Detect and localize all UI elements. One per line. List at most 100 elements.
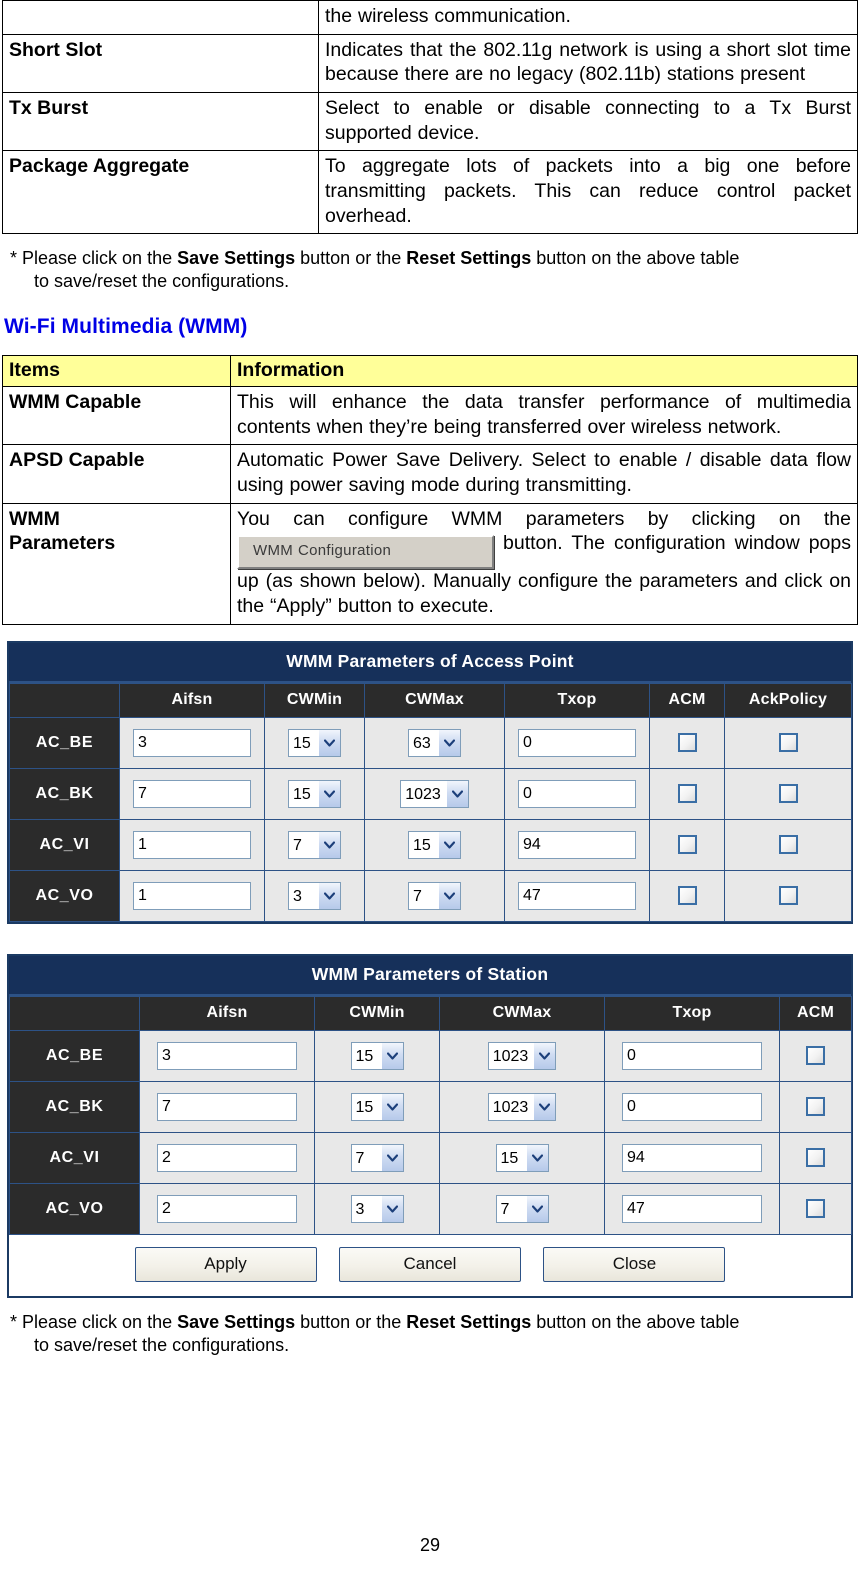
close-button[interactable]: Close [543,1246,726,1282]
row-label-ac_vi: AC_VI [9,1131,140,1184]
cwmin-select-ac_vo[interactable]: 3 [288,881,341,910]
cell-acm [649,767,725,820]
row-label-ac_bk: AC_BK [9,1080,140,1133]
row-label: Tx Burst [2,91,319,152]
cell-cwmax: 15 [364,818,505,871]
column-header-txop: Txop [604,995,780,1031]
cell-cwmax: 63 [364,716,505,769]
cwmax-select-ac_vi-value: 15 [413,836,431,854]
acm-checkbox-ac_vi[interactable] [677,835,697,855]
cell-cwmin: 15 [264,767,365,820]
chevron-down-icon[interactable] [533,1093,556,1120]
txop-input-ac_be[interactable]: 0 [622,1041,762,1070]
acm-checkbox-ac_vi[interactable] [806,1148,825,1168]
cwmin-select-ac_bk[interactable]: 15 [288,779,341,808]
cwmin-select-ac_vo[interactable]: 3 [350,1194,404,1223]
acm-checkbox-ac_be[interactable] [677,733,697,753]
ackpolicy-checkbox-ac_be[interactable] [778,733,798,753]
cwmax-select-ac_bk[interactable]: 1023 [487,1092,557,1121]
wmm-configuration-button[interactable]: WMM Configuration [237,535,494,570]
txop-input-ac_vi[interactable]: 94 [518,830,636,859]
ackpolicy-checkbox-ac_vi[interactable] [778,835,798,855]
acm-checkbox-ac_vo[interactable] [677,886,697,906]
ackpolicy-checkbox-ac_bk[interactable] [778,784,798,804]
chevron-down-icon[interactable] [380,1093,403,1120]
row-desc: Select to enable or disable connecting t… [318,91,858,152]
table-wmm-station-header-row: Aifsn CWMin CWMax Txop ACM [9,995,852,1031]
txop-input-ac_bk[interactable]: 0 [622,1092,762,1121]
aifsn-input-ac_be[interactable]: 3 [133,728,251,757]
note-bottom-prefix: * Please click on the [10,1311,178,1332]
cwmin-select-ac_bk-value: 15 [355,1098,374,1116]
cell-acm [649,716,725,769]
cwmax-select-ac_vo[interactable]: 7 [495,1194,549,1223]
cwmin-select-ac_bk[interactable]: 15 [350,1092,404,1121]
note-bottom-reset-settings: Reset Settings [406,1311,532,1332]
row-label [2,0,319,35]
acm-checkbox-ac_bk[interactable] [806,1097,825,1117]
table-row: AC_BK 7 15 1023 0 [9,767,852,820]
chevron-down-icon[interactable] [533,1042,556,1069]
aifsn-input-ac_vo[interactable]: 1 [133,881,251,910]
cancel-button[interactable]: Cancel [339,1246,521,1282]
chevron-down-icon[interactable] [318,882,340,909]
chevron-down-icon[interactable] [525,1195,548,1222]
cwmax-select-ac_be[interactable]: 63 [408,728,461,757]
row-label-ac_vo: AC_VO [9,869,120,922]
column-header-aifsn: Aifsn [119,682,265,718]
cell-acm [779,1131,852,1184]
chevron-down-icon[interactable] [438,882,460,909]
txop-input-ac_be[interactable]: 0 [518,728,636,757]
chevron-down-icon[interactable] [525,1144,548,1171]
column-header-information: Information [230,355,858,387]
cwmin-select-ac_vo-value: 3 [293,887,302,905]
ackpolicy-checkbox-ac_vo[interactable] [778,886,798,906]
acm-checkbox-ac_bk[interactable] [677,784,697,804]
cwmax-select-ac_vo-value: 7 [413,887,422,905]
cwmax-select-ac_be[interactable]: 1023 [487,1041,557,1070]
aifsn-input-ac_vi[interactable]: 2 [157,1143,297,1172]
cell-cwmax: 1023 [364,767,505,820]
chevron-down-icon[interactable] [318,831,340,858]
chevron-down-icon[interactable] [380,1195,403,1222]
cwmax-select-ac_vi[interactable]: 15 [495,1143,549,1172]
acm-checkbox-ac_vo[interactable] [806,1199,825,1219]
table-wmm-station: Aifsn CWMin CWMax Txop ACM AC_BE 3 15 1023 0 AC_B… [9,995,852,1235]
chevron-down-icon[interactable] [438,831,460,858]
chevron-down-icon[interactable] [380,1042,403,1069]
txop-input-ac_vo[interactable]: 47 [518,881,636,910]
apply-button[interactable]: Apply [134,1246,317,1282]
cell-ackpolicy [724,767,852,820]
cell-acm [779,1029,852,1082]
cwmin-select-ac_be[interactable]: 15 [350,1041,404,1070]
txop-input-ac_bk[interactable]: 0 [518,779,636,808]
cell-cwmin: 15 [314,1080,440,1133]
chevron-down-icon[interactable] [438,729,460,756]
chevron-down-icon[interactable] [318,729,340,756]
cwmin-select-ac_vo-value: 3 [355,1200,365,1218]
chevron-down-icon[interactable] [380,1144,403,1171]
aifsn-input-ac_vi[interactable]: 1 [133,830,251,859]
chevron-down-icon[interactable] [445,780,468,807]
table-row: WMM Capable This will enhance the data t… [2,385,858,446]
acm-checkbox-ac_be[interactable] [806,1046,825,1066]
cwmax-select-ac_vo[interactable]: 7 [408,881,461,910]
txop-input-ac_vo[interactable]: 47 [622,1194,762,1223]
aifsn-input-ac_bk[interactable]: 7 [157,1092,297,1121]
chevron-down-icon[interactable] [318,780,340,807]
aifsn-input-ac_bk[interactable]: 7 [133,779,251,808]
cell-txop: 0 [604,1080,780,1133]
row-desc-wmm-parameters: You can configure WMM parameters by clic… [230,502,858,625]
txop-input-ac_vi[interactable]: 94 [622,1143,762,1172]
row-label-wmm-capable: WMM Capable [2,385,231,446]
cwmax-select-ac_vi[interactable]: 15 [408,830,461,859]
cwmin-select-ac_vi[interactable]: 7 [288,830,341,859]
cell-acm [649,869,725,922]
panel-sta-title: WMM Parameters of Station [9,955,851,996]
cwmax-select-ac_bk[interactable]: 1023 [400,779,469,808]
table-row: Short Slot Indicates that the 802.11g net… [2,33,858,93]
aifsn-input-ac_be[interactable]: 3 [157,1041,297,1070]
aifsn-input-ac_vo[interactable]: 2 [157,1194,297,1223]
cwmin-select-ac_vi[interactable]: 7 [350,1143,404,1172]
cwmin-select-ac_be[interactable]: 15 [288,728,341,757]
